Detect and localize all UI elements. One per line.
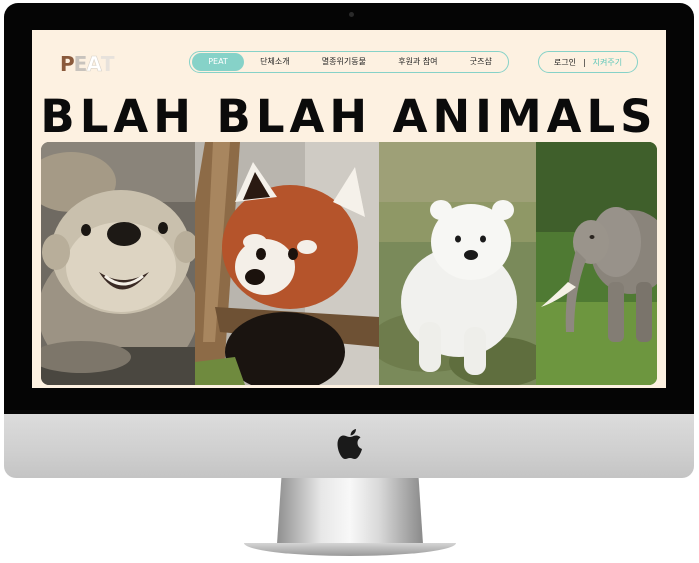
nav-item-endangered-animals[interactable]: 멸종위기동물	[306, 53, 382, 71]
sea-otter-photo[interactable]	[41, 142, 195, 385]
peat-logo[interactable]: P E A T	[60, 52, 115, 77]
logo-letter-t: T	[100, 52, 115, 76]
monitor-stand-base	[244, 543, 456, 556]
website-screen: P E A T PEAT 단체소개 멸종위기동물 후원과 참여 굿즈샵 로그인 …	[32, 30, 666, 388]
auth-box: 로그인 | 지켜주기	[538, 51, 638, 73]
webcam-icon	[349, 12, 354, 17]
auth-separator: |	[582, 57, 586, 67]
apple-logo-icon	[337, 429, 362, 459]
animal-gallery	[41, 142, 657, 385]
logo-letter-a: A	[86, 52, 102, 77]
monitor-stand	[277, 478, 423, 544]
login-link[interactable]: 로그인	[554, 57, 576, 68]
nav-item-goods-shop[interactable]: 굿즈샵	[454, 53, 508, 71]
hero-headline: BLAH BLAH ANIMALS	[40, 90, 658, 143]
polar-bear-cub-photo[interactable]	[379, 142, 536, 385]
logo-letter-p: P	[60, 52, 75, 76]
main-nav: PEAT 단체소개 멸종위기동물 후원과 참여 굿즈샵	[189, 51, 509, 73]
nav-item-about[interactable]: 단체소개	[244, 53, 306, 71]
nav-item-support[interactable]: 후원과 참여	[382, 53, 454, 71]
elephant-photo[interactable]	[536, 142, 657, 385]
nav-item-peat[interactable]: PEAT	[192, 53, 244, 71]
red-panda-photo[interactable]	[195, 142, 379, 385]
logo-letter-e: E	[73, 52, 88, 76]
protect-link[interactable]: 지켜주기	[593, 57, 622, 68]
